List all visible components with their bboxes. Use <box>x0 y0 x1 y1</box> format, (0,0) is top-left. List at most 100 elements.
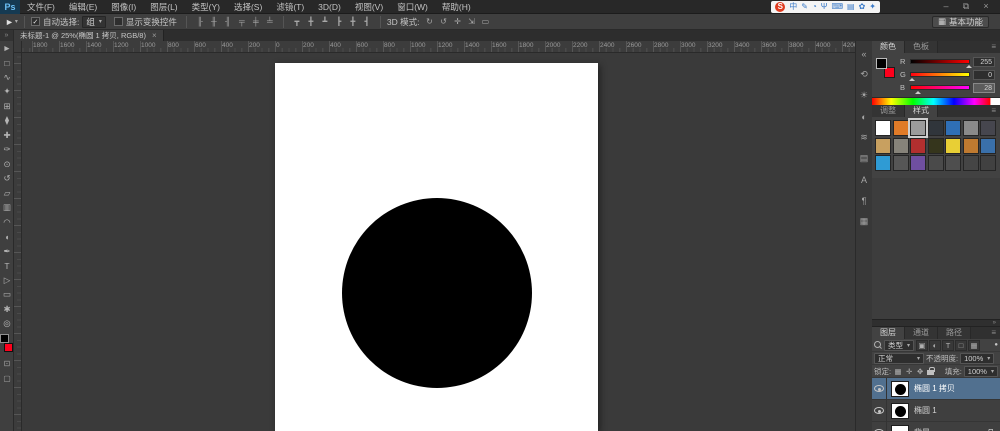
show-transform-checkbox[interactable] <box>114 17 123 26</box>
style-swatch[interactable] <box>910 155 926 171</box>
tool-button[interactable]: □ <box>0 56 14 71</box>
distribute-bottom-edges[interactable]: ┻ <box>318 15 332 28</box>
filter-toggle-icon[interactable]: ● <box>994 342 998 348</box>
align-bottom-edges[interactable]: ╧ <box>263 15 277 28</box>
panel-tab[interactable]: 颜色 <box>872 41 905 53</box>
slider-thumb-icon[interactable] <box>915 88 921 94</box>
ime-skin-icon[interactable]: ✿ <box>859 2 866 12</box>
blend-mode-dropdown[interactable]: 正常 ▾ <box>874 353 924 364</box>
style-swatch[interactable] <box>963 120 979 136</box>
restore-button[interactable]: ⧉ <box>956 0 976 13</box>
tool-button[interactable]: ∿ <box>0 70 14 85</box>
3d-drag[interactable]: ✛ <box>450 15 464 28</box>
panel-icon[interactable]: A <box>856 169 872 190</box>
auto-select-checkbox[interactable]: ✓ <box>31 17 40 26</box>
style-swatch[interactable] <box>893 138 909 154</box>
layer-row[interactable]: 背景 <box>872 422 1000 431</box>
align-left-edges[interactable]: ╟ <box>193 15 207 28</box>
channel-slider[interactable] <box>910 72 970 77</box>
style-swatch[interactable] <box>928 138 944 154</box>
fill-dropdown[interactable]: 100% ▾ <box>964 366 998 377</box>
filter-type-layers-icon[interactable]: T <box>942 340 954 351</box>
tool-button[interactable]: ✑ <box>0 143 14 158</box>
minimize-button[interactable]: – <box>936 0 956 13</box>
style-swatch[interactable] <box>875 138 891 154</box>
style-swatch[interactable] <box>963 155 979 171</box>
style-swatch[interactable] <box>875 120 891 136</box>
style-swatch[interactable] <box>910 138 926 154</box>
tool-preset-caret-icon[interactable]: ▾ <box>15 18 18 25</box>
filter-shape-layers-icon[interactable]: □ <box>955 340 967 351</box>
tool-button[interactable]: ↺ <box>0 172 14 187</box>
align-top-edges[interactable]: ╤ <box>235 15 249 28</box>
tool-button[interactable]: ✚ <box>0 128 14 143</box>
panel-menu-icon[interactable]: ≡ <box>991 41 1000 53</box>
visibility-toggle[interactable] <box>872 400 887 422</box>
panel-group-header[interactable]: » <box>872 319 1000 327</box>
panel-icon[interactable]: ☀ <box>856 85 872 106</box>
lock-image-pixels-icon[interactable]: ✛ <box>904 366 914 377</box>
tool-button[interactable]: ◎ <box>0 317 14 332</box>
channel-value-field[interactable]: 0 <box>973 70 995 80</box>
menu-item[interactable]: 帮助(H) <box>435 0 478 14</box>
menu-item[interactable]: 视图(V) <box>348 0 390 14</box>
style-swatch[interactable] <box>945 120 961 136</box>
tool-button[interactable]: ▥ <box>0 201 14 216</box>
tool-button[interactable]: ▷ <box>0 273 14 288</box>
ime-emoji-icon[interactable]: ◔ <box>812 2 817 12</box>
align-horizontal-centers[interactable]: ╫ <box>207 15 221 28</box>
tool-button[interactable]: ✱ <box>0 302 14 317</box>
channel-value-field[interactable]: 255 <box>973 57 995 67</box>
style-swatch[interactable] <box>945 155 961 171</box>
menu-item[interactable]: 类型(Y) <box>185 0 227 14</box>
tool-button[interactable]: ✒ <box>0 244 14 259</box>
3d-scale[interactable]: ▭ <box>478 15 492 28</box>
menu-item[interactable]: 3D(D) <box>311 0 348 14</box>
panel-icon[interactable]: ▦ <box>856 211 872 232</box>
tool-button[interactable]: ► <box>0 41 14 56</box>
channel-value-field[interactable]: 28 <box>973 83 995 93</box>
style-swatch[interactable] <box>875 155 891 171</box>
canvas-pasteboard[interactable] <box>22 53 855 431</box>
panel-tab[interactable]: 样式 <box>905 105 938 117</box>
menu-item[interactable]: 滤镜(T) <box>269 0 311 14</box>
tab-close-icon[interactable]: × <box>152 31 157 40</box>
workspace-switcher[interactable]: ▦ 基本功能 <box>932 16 989 28</box>
panel-tab[interactable]: 图层 <box>872 327 905 339</box>
ellipse-shape[interactable] <box>342 198 532 388</box>
menu-item[interactable]: 图层(L) <box>143 0 184 14</box>
distribute-top-edges[interactable]: ┳ <box>290 15 304 28</box>
distribute-vertical-centers[interactable]: ╋ <box>304 15 318 28</box>
style-swatch[interactable] <box>980 120 996 136</box>
style-swatch[interactable] <box>980 138 996 154</box>
3d-slide[interactable]: ⇲ <box>464 15 478 28</box>
document-canvas[interactable] <box>275 63 598 431</box>
ime-mic-icon[interactable]: Ψ <box>821 2 828 12</box>
panel-icon[interactable]: ≋ <box>856 127 872 148</box>
auto-select-dropdown[interactable]: 组 ▾ <box>82 16 106 28</box>
filter-adjustment-layers-icon[interactable]: ◐ <box>929 340 941 351</box>
filter-pixel-layers-icon[interactable]: ▣ <box>916 340 928 351</box>
ime-handwriting-icon[interactable]: ✎ <box>801 2 808 12</box>
ime-settings-icon[interactable]: ✦ <box>869 2 876 12</box>
foreground-color-swatch[interactable] <box>876 58 887 69</box>
channel-slider[interactable] <box>910 59 970 64</box>
lock-position-icon[interactable]: ✥ <box>915 366 925 377</box>
tool-button[interactable]: T <box>0 259 14 274</box>
panel-menu-icon[interactable]: ≡ <box>991 105 1000 117</box>
panel-icon[interactable]: ¶ <box>856 190 872 211</box>
style-swatch[interactable] <box>963 138 979 154</box>
menu-item[interactable]: 选择(S) <box>227 0 269 14</box>
tool-button[interactable]: ⊞ <box>0 99 14 114</box>
foreground-color-swatch[interactable] <box>0 334 9 343</box>
visibility-toggle[interactable] <box>872 422 887 431</box>
style-swatch[interactable] <box>980 155 996 171</box>
tool-button[interactable]: ▭ <box>0 288 14 303</box>
distribute-horizontal-centers[interactable]: ╋ <box>346 15 360 28</box>
quick-mask-button[interactable]: ⊡ <box>0 357 14 369</box>
style-swatch[interactable] <box>910 120 926 136</box>
panel-icon[interactable]: ◐ <box>856 106 872 127</box>
filter-smart-objects-icon[interactable]: ▦ <box>968 340 980 351</box>
layer-thumbnail[interactable] <box>891 425 909 431</box>
close-button[interactable]: × <box>976 0 996 13</box>
